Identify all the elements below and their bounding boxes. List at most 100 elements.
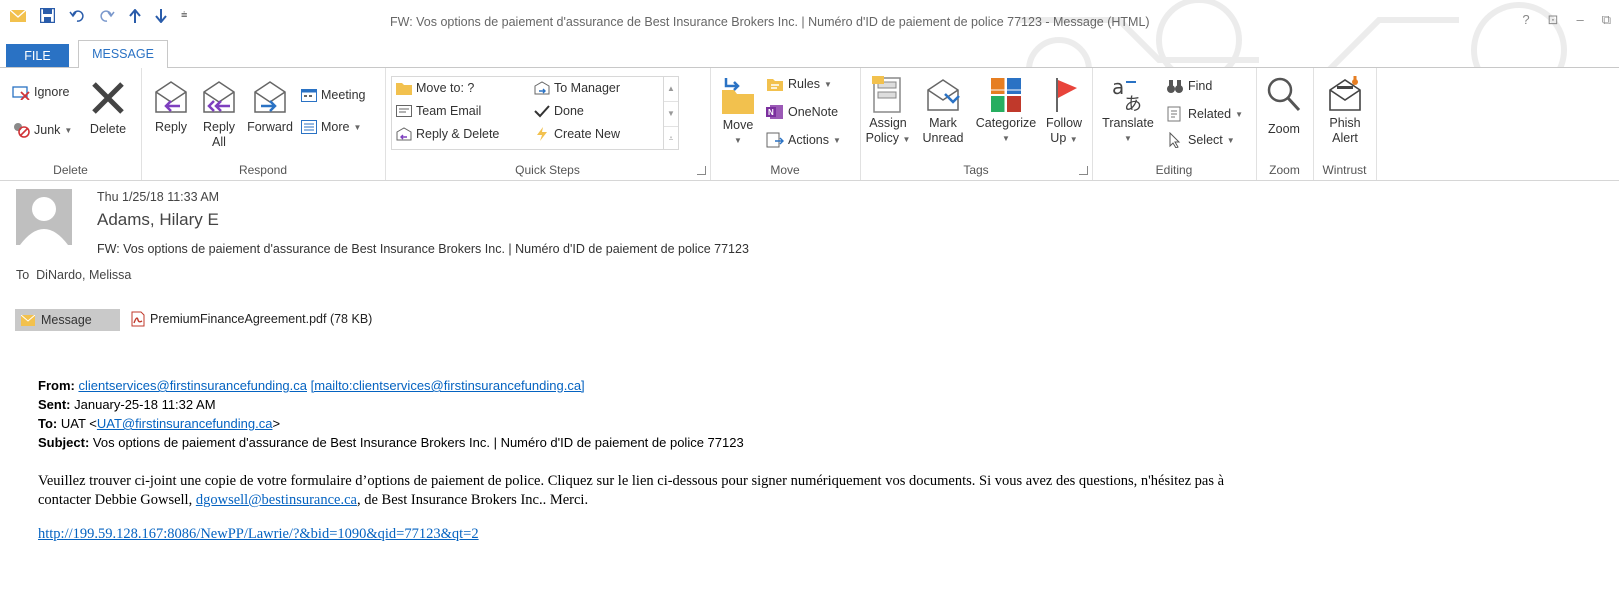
- pdf-attachment[interactable]: PremiumFinanceAgreement.pdf (78 KB): [130, 311, 372, 327]
- reply-all-button[interactable]: Reply All: [197, 78, 241, 150]
- save-icon[interactable]: [40, 8, 55, 23]
- sender-avatar[interactable]: [16, 189, 72, 245]
- tab-message[interactable]: MESSAGE: [78, 40, 168, 68]
- onenote-button[interactable]: N OneNote: [766, 104, 838, 120]
- scroll-down-icon[interactable]: ▼: [664, 102, 678, 127]
- to-label: To: [16, 268, 30, 282]
- group-tags: Assign Policy ▼ Mark Unread Categorize ▼ F…: [860, 68, 1093, 180]
- group-wintrust: Phish Alert Wintrust: [1313, 68, 1377, 180]
- flag-icon: [1056, 78, 1077, 112]
- help-icon[interactable]: ?: [1522, 12, 1529, 28]
- scroll-up-icon[interactable]: ▲: [664, 77, 678, 102]
- junk-icon: [14, 123, 30, 138]
- expand-gallery-icon[interactable]: ⩡: [664, 127, 678, 151]
- related-button[interactable]: Related ▼: [1166, 106, 1243, 122]
- meeting-button[interactable]: Meeting: [301, 88, 365, 102]
- message-body: From: clientservices@firstinsurancefundi…: [38, 376, 1598, 543]
- fwd-to-email-link[interactable]: UAT@firstinsurancefunding.ca: [97, 416, 273, 431]
- quick-steps-scroll[interactable]: ▲ ▼ ⩡: [663, 77, 678, 149]
- find-button[interactable]: Find: [1166, 78, 1212, 94]
- quickstep-reply-delete[interactable]: Reply & Delete: [396, 127, 499, 141]
- fwd-from-line: From: clientservices@firstinsurancefundi…: [38, 376, 1598, 395]
- envelope-icon: [21, 314, 35, 326]
- quickstep-done[interactable]: Done: [534, 104, 584, 118]
- fwd-sent-label: Sent:: [38, 397, 71, 412]
- reply-delete-icon: [396, 127, 412, 141]
- recipient-name[interactable]: DiNardo, Melissa: [36, 268, 131, 282]
- undo-icon[interactable]: [69, 9, 85, 23]
- related-icon: [1167, 106, 1181, 122]
- magnifier-icon: [1267, 77, 1301, 112]
- message-header: Thu 1/25/18 11:33 AM Adams, Hilary E FW:…: [0, 180, 1619, 292]
- ignore-icon: [12, 86, 30, 100]
- fwd-from-email-link[interactable]: clientservices@firstinsurancefunding.ca: [78, 378, 307, 393]
- svg-text:N: N: [768, 108, 774, 117]
- signing-link[interactable]: http://199.59.128.167:8086/NewPP/Lawrie/…: [38, 526, 479, 542]
- assign-policy-icon: [872, 76, 901, 113]
- mail-icon[interactable]: [10, 9, 26, 23]
- forward-icon: [254, 81, 286, 113]
- to-manager-icon: [534, 81, 550, 95]
- delete-button[interactable]: Delete: [86, 80, 130, 137]
- select-button[interactable]: Select ▼: [1166, 132, 1235, 148]
- title-bar: ⩧ FW: Vos options de paiement d'assuranc…: [0, 0, 1619, 100]
- redo-icon[interactable]: [99, 9, 115, 23]
- recipient-line: To DiNardo, Melissa: [16, 268, 131, 282]
- customize-toolbar-icon[interactable]: ⩧: [181, 9, 187, 22]
- person-icon: [20, 197, 68, 245]
- more-icon: [301, 120, 317, 134]
- message-tab-button[interactable]: Message: [15, 309, 120, 331]
- minimize-icon[interactable]: –: [1576, 12, 1583, 28]
- reply-button[interactable]: Reply: [149, 78, 193, 135]
- junk-button[interactable]: Junk ▼: [12, 122, 72, 138]
- group-label-wintrust: Wintrust: [1322, 163, 1367, 177]
- fwd-from-mailto-link[interactable]: [mailto:clientservices@firstinsurancefun…: [311, 378, 585, 393]
- signing-link-line: http://199.59.128.167:8086/NewPP/Lawrie/…: [38, 526, 1598, 543]
- translate-button[interactable]: aあ Translate ▼: [1096, 76, 1160, 146]
- contact-email-link[interactable]: dgowsell@bestinsurance.ca: [196, 492, 357, 508]
- group-respond: Reply Reply All Forward Meeting More ▼ Res…: [141, 68, 386, 180]
- quickstep-team-email[interactable]: Team Email: [396, 104, 481, 118]
- fwd-subject-label: Subject:: [38, 435, 90, 450]
- group-quick-steps: Move to: ? Team Email Reply & Delete To …: [385, 68, 711, 180]
- group-zoom: Zoom Zoom: [1256, 68, 1314, 180]
- actions-button[interactable]: Actions ▼: [766, 132, 841, 148]
- binoculars-icon: [1167, 80, 1183, 93]
- assign-policy-button[interactable]: Assign Policy ▼: [864, 76, 912, 147]
- quickstep-to-manager[interactable]: To Manager: [534, 81, 620, 95]
- more-button[interactable]: More ▼: [301, 120, 361, 134]
- group-label-zoom: Zoom: [1269, 163, 1300, 177]
- pdf-icon: [131, 311, 145, 327]
- quickstep-create-new[interactable]: Create New: [534, 127, 620, 141]
- zoom-button[interactable]: Zoom: [1262, 76, 1306, 137]
- ignore-button[interactable]: Ignore: [12, 84, 69, 100]
- rules-icon: [767, 79, 783, 91]
- svg-text:あ: あ: [1124, 94, 1142, 114]
- group-label-quick-steps: Quick Steps: [515, 163, 580, 177]
- body-line-1: Veuillez trouver ci-joint une copie de v…: [38, 473, 1225, 489]
- tab-file[interactable]: FILE: [6, 44, 69, 68]
- arrow-up-icon[interactable]: [129, 8, 141, 23]
- fwd-to-line: To: UAT <UAT@firstinsurancefunding.ca>: [38, 414, 1598, 433]
- attachment-bar: Message PremiumFinanceAgreement.pdf (78 …: [0, 307, 1619, 331]
- ribbon-display-icon[interactable]: ⊡: [1548, 12, 1559, 28]
- rules-button[interactable]: Rules ▼: [766, 76, 832, 92]
- group-editing: aあ Translate ▼ Find Related ▼ Select ▼ Edi…: [1092, 68, 1257, 180]
- move-folder-icon: [722, 78, 754, 114]
- follow-up-button[interactable]: Follow Up ▼: [1040, 76, 1088, 147]
- ribbon: Ignore Junk ▼ Delete Delete Reply Reply Al…: [0, 67, 1619, 181]
- move-button[interactable]: Move ▼: [716, 76, 760, 148]
- reply-all-icon: [203, 81, 235, 113]
- sender-name[interactable]: Adams, Hilary E: [97, 210, 219, 230]
- restore-icon[interactable]: ⧉: [1602, 12, 1611, 28]
- quickstep-move-to[interactable]: Move to: ?: [396, 81, 474, 95]
- lightning-icon: [537, 127, 547, 141]
- categorize-button[interactable]: Categorize ▼: [970, 76, 1042, 146]
- translate-icon: aあ: [1112, 76, 1142, 114]
- arrow-down-icon[interactable]: [155, 8, 167, 23]
- forward-button[interactable]: Forward: [245, 78, 295, 135]
- phish-alert-icon: [1329, 76, 1361, 111]
- onenote-icon: N: [766, 105, 783, 119]
- phish-alert-button[interactable]: Phish Alert: [1321, 76, 1369, 146]
- mark-unread-button[interactable]: Mark Unread: [918, 76, 968, 146]
